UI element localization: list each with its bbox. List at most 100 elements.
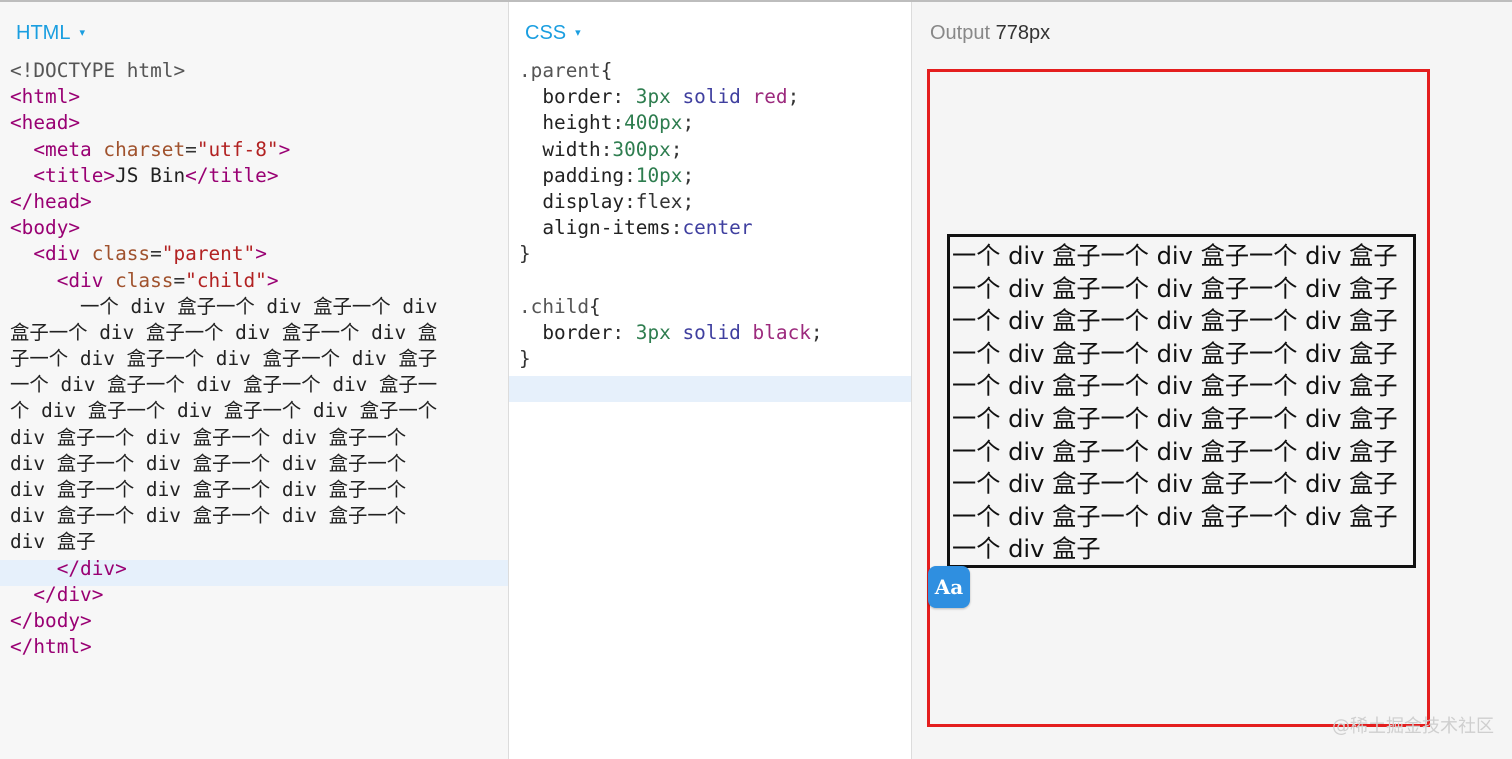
html-code-token: charset	[103, 137, 186, 161]
css-code-line[interactable]: border: 3px solid black;	[519, 320, 823, 346]
html-code-line[interactable]: 一个 div 盒子一个 div 盒子一个 div	[10, 294, 437, 320]
html-code-token: <div	[56, 268, 116, 292]
html-code-line[interactable]: </body>	[10, 608, 437, 634]
html-code-line[interactable]: <!DOCTYPE html>	[10, 58, 437, 84]
html-code-line[interactable]: </head>	[10, 189, 437, 215]
html-code-token: div 盒子一个 div 盒子一个 div 盒子一个	[10, 478, 407, 501]
css-code-token	[671, 85, 683, 108]
css-code-line[interactable]: height:400px;	[519, 110, 823, 136]
font-size-aa-icon[interactable]: Aa	[928, 566, 970, 608]
html-code-line[interactable]: 子一个 div 盒子一个 div 盒子一个 div 盒子	[10, 346, 437, 372]
output-width-readout: 778px	[995, 22, 1051, 44]
css-code-token	[741, 85, 753, 108]
html-code-line[interactable]: <head>	[10, 110, 437, 136]
output-panel-header: Output 778px	[930, 22, 1050, 45]
html-code-line[interactable]: div 盒子	[10, 529, 437, 555]
html-code-token: "utf-8"	[196, 137, 279, 161]
css-code-token: width	[519, 137, 601, 161]
html-code-line[interactable]: </div>	[10, 556, 437, 582]
html-code-token: "parent"	[161, 242, 256, 266]
css-code-line[interactable]: display:flex;	[519, 189, 823, 215]
html-code-token: div 盒子一个 div 盒子一个 div 盒子一个	[10, 504, 407, 528]
html-code-line[interactable]: 个 div 盒子一个 div 盒子一个 div 盒子一个	[10, 398, 437, 424]
html-code-token	[10, 164, 33, 187]
html-code-line[interactable]: div 盒子一个 div 盒子一个 div 盒子一个	[10, 503, 437, 529]
css-code-token: border	[519, 320, 613, 344]
html-code-line[interactable]: </div>	[10, 582, 437, 608]
html-code-token: 盒子一个 div 盒子一个 div 盒子一个 div 盒	[10, 320, 438, 344]
css-code-token: :flex;	[624, 189, 695, 213]
css-code-token: :	[600, 137, 613, 161]
css-code-line[interactable]: .child{	[519, 294, 823, 320]
html-code-token: JS Bin	[115, 163, 186, 187]
css-code-token: :	[612, 111, 625, 135]
html-code-token: </html>	[10, 635, 92, 659]
watermark-text: @稀土掘金技术社区	[1332, 716, 1494, 737]
css-code-token	[741, 321, 753, 344]
html-code-line[interactable]: <div class="child">	[10, 268, 437, 294]
css-code-token: ;	[682, 111, 695, 135]
css-editor-panel[interactable]: CSS ▾ .parent{ border: 3px solid red; hei…	[509, 2, 912, 759]
html-code-token	[10, 583, 33, 606]
css-code-token: ;	[787, 85, 800, 109]
css-code-token: display	[519, 189, 625, 213]
css-code-token: }	[519, 242, 531, 266]
css-code-token: align-items	[519, 216, 671, 240]
html-code-line[interactable]: 盒子一个 div 盒子一个 div 盒子一个 div 盒	[10, 320, 437, 346]
css-code-line[interactable]: }	[519, 346, 823, 372]
html-editor-panel[interactable]: HTML ▾ <!DOCTYPE html> <html> <head> <meta …	[0, 2, 509, 759]
html-code-token: div 盒子一个 div 盒子一个 div 盒子一个	[10, 425, 407, 449]
html-code-line[interactable]: 一个 div 盒子一个 div 盒子一个 div 盒子一	[10, 372, 437, 398]
html-code-editor[interactable]: <!DOCTYPE html> <html> <head> <meta charse…	[10, 58, 437, 660]
html-code-token: =	[150, 242, 162, 266]
css-dropdown-caret-icon[interactable]: ▾	[575, 27, 581, 39]
css-code-token: solid	[682, 320, 741, 344]
html-code-line[interactable]: <html>	[10, 84, 437, 110]
css-code-token: ;	[810, 320, 823, 344]
css-code-line[interactable]	[519, 268, 823, 294]
html-code-line[interactable]: div 盒子一个 div 盒子一个 div 盒子一个	[10, 425, 437, 451]
css-code-token: solid	[682, 85, 741, 109]
css-code-line[interactable]: align-items:center	[519, 215, 823, 241]
html-code-token: <html>	[10, 85, 81, 109]
css-code-line[interactable]: width:300px;	[519, 137, 823, 163]
html-code-token: <div	[33, 242, 92, 266]
html-code-line[interactable]: </html>	[10, 634, 437, 660]
css-code-editor[interactable]: .parent{ border: 3px solid red; height:4…	[519, 58, 823, 372]
html-code-line[interactable]: <body>	[10, 215, 437, 241]
css-code-token: {	[589, 294, 601, 318]
html-code-line[interactable]: <meta charset="utf-8">	[10, 137, 437, 163]
css-code-token: padding	[519, 163, 625, 187]
html-code-token: div 盒子一个 div 盒子一个 div 盒子一个	[10, 451, 407, 475]
html-code-token: =	[185, 137, 197, 161]
output-panel[interactable]: Output 778px 一个 div 盒子一个 div 盒子一个 div 盒子…	[912, 2, 1512, 759]
html-code-token: 一个 div 盒子一个 div 盒子一个 div	[10, 294, 438, 318]
css-panel-label: CSS	[525, 22, 567, 44]
html-code-token: <title>	[33, 163, 116, 187]
html-code-token: <!DOCTYPE html>	[10, 59, 186, 82]
html-code-token: =	[173, 268, 186, 292]
css-active-line-highlight	[509, 376, 911, 402]
css-code-token: center	[682, 216, 753, 240]
html-code-line[interactable]: div 盒子一个 div 盒子一个 div 盒子一个	[10, 451, 437, 477]
css-code-line[interactable]: border: 3px solid red;	[519, 84, 823, 110]
css-code-line[interactable]: padding:10px;	[519, 163, 823, 189]
html-code-token	[10, 557, 57, 580]
css-panel-tab[interactable]: CSS ▾	[525, 22, 581, 45]
css-code-token: 300px	[612, 137, 671, 161]
html-code-line[interactable]: div 盒子一个 div 盒子一个 div 盒子一个	[10, 477, 437, 503]
css-code-token: }	[519, 347, 531, 371]
html-panel-tab[interactable]: HTML ▾	[16, 22, 85, 45]
css-code-token: ;	[682, 163, 695, 187]
html-dropdown-caret-icon[interactable]: ▾	[79, 27, 85, 39]
html-code-line[interactable]: <div class="parent">	[10, 241, 437, 267]
css-code-line[interactable]: }	[519, 241, 823, 267]
css-code-token: 10px	[635, 163, 683, 187]
html-code-token: <meta	[33, 137, 104, 161]
html-code-token: div 盒子	[10, 530, 96, 554]
html-code-line[interactable]: <title>JS Bin</title>	[10, 163, 437, 189]
css-code-line[interactable]: .parent{	[519, 58, 823, 84]
html-code-token: </div>	[33, 582, 104, 606]
child-div-preview: 一个 div 盒子一个 div 盒子一个 div 盒子 一个 div 盒子一个 …	[947, 234, 1416, 568]
html-code-token: </div>	[56, 556, 127, 580]
